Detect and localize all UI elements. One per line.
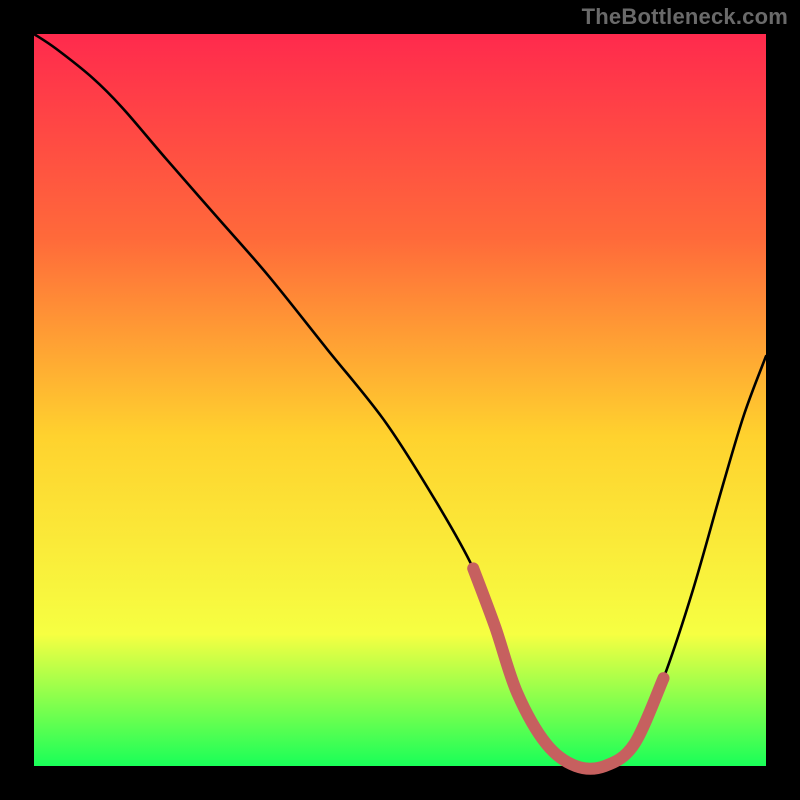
chart-stage: { "watermark": "TheBottleneck.com", "col…	[0, 0, 800, 800]
bottleneck-chart	[0, 0, 800, 800]
plot-background	[34, 34, 766, 766]
